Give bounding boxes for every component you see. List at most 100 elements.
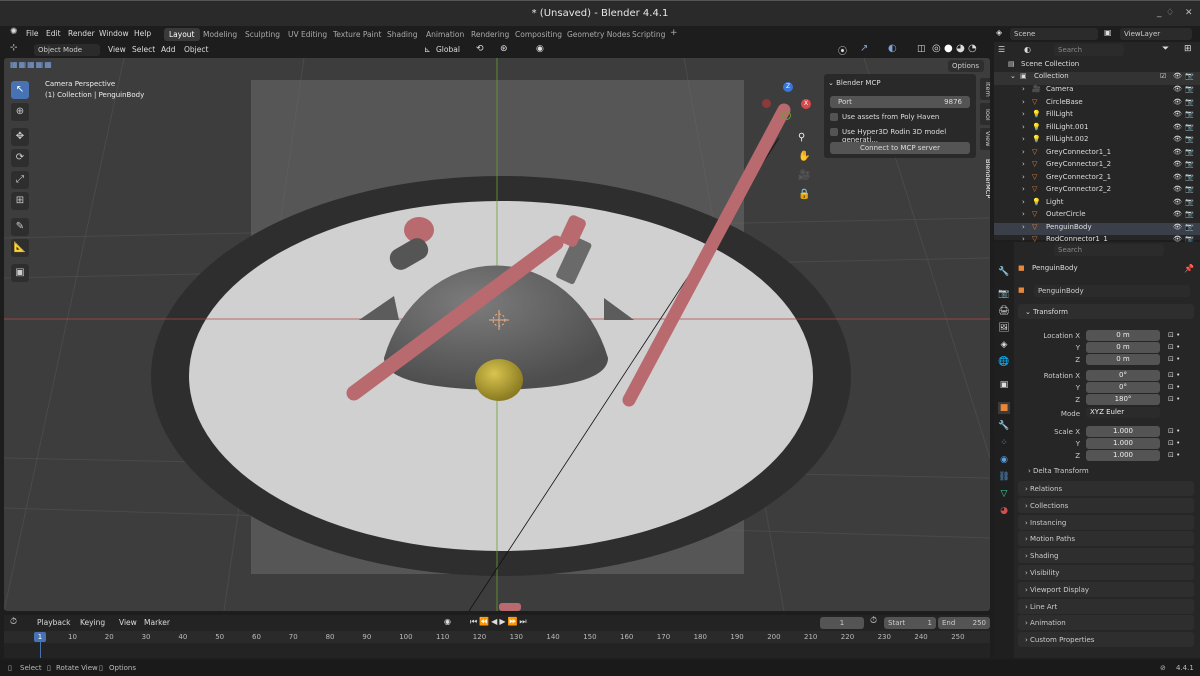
eye-icon[interactable]: 👁 — [1173, 160, 1182, 168]
tab-geometry-nodes[interactable]: Geometry Nodes — [562, 28, 635, 41]
add-workspace-button[interactable]: + — [665, 26, 683, 39]
scene-icon[interactable]: ◈ — [996, 28, 1002, 37]
eye-icon[interactable]: 👁 — [1173, 123, 1182, 131]
tab-layout[interactable]: Layout — [164, 28, 200, 41]
lock-keyframe-icon[interactable]: ⊡ • — [1168, 383, 1180, 391]
expand-chevron-icon[interactable]: › — [1022, 210, 1025, 218]
display-mode-icon[interactable]: ◐ — [1024, 45, 1031, 54]
material-tab-icon[interactable]: ◕ — [998, 505, 1010, 517]
record-icon[interactable]: ◉ — [444, 617, 451, 626]
visibility-icon[interactable]: ⦿ — [838, 44, 847, 57]
lock-keyframe-icon[interactable]: ⊡ • — [1168, 451, 1180, 459]
wireframe-shading-icon[interactable]: ◎ — [932, 43, 941, 54]
transform-value-field[interactable]: 1.000 — [1086, 426, 1160, 437]
outliner-row[interactable]: › 💡 Light 👁 📷 — [994, 198, 1200, 211]
delta-transform-header[interactable]: › Delta Transform — [1028, 467, 1089, 475]
expand-chevron-icon[interactable]: › — [1022, 123, 1025, 131]
output-tab-icon[interactable]: 🖨 — [998, 305, 1010, 317]
menu-object[interactable]: Object — [184, 45, 208, 54]
section-header[interactable]: › Motion Paths — [1018, 531, 1194, 547]
collection-checkbox[interactable]: ☑ — [1160, 72, 1166, 80]
section-header[interactable]: › Custom Properties — [1018, 632, 1194, 648]
tab-modeling[interactable]: Modeling — [198, 28, 242, 41]
expand-chevron-icon[interactable]: › — [1022, 198, 1025, 206]
orientation-dropdown[interactable]: Global — [436, 45, 460, 54]
render-camera-icon[interactable]: 📷 — [1185, 110, 1194, 118]
properties-editor[interactable]: ⚙ Search 🔧 📷 🖨 🖼 ◈ 🌐 ▣ ■ 🔧 ⁘ ◉ ⛓ ▽ ◕ ■ P… — [994, 242, 1200, 658]
frame-cursor[interactable]: 1 — [34, 632, 46, 642]
data-tab-icon[interactable]: ▽ — [998, 488, 1010, 500]
lock-keyframe-icon[interactable]: ⊡ • — [1168, 395, 1180, 403]
snap-icon[interactable]: ⊛ — [500, 44, 508, 54]
render-camera-icon[interactable]: 📷 — [1185, 148, 1194, 156]
filter-icon[interactable]: ⏷ — [1162, 44, 1169, 54]
menu-playback[interactable]: Playback — [37, 618, 70, 627]
lock-icon[interactable]: 🔒 — [798, 189, 810, 200]
options-dropdown[interactable]: Options — [948, 60, 984, 72]
section-header[interactable]: › Shading — [1018, 548, 1194, 564]
transform-value-field[interactable]: 0 m — [1086, 330, 1160, 341]
rendered-shading-icon[interactable]: ◔ — [968, 43, 977, 54]
navigation-gizmo[interactable]: Z X — [762, 80, 812, 130]
rotate-tool-button[interactable]: ⟳ — [11, 149, 29, 167]
eye-icon[interactable]: 👁 — [1173, 173, 1182, 181]
transform-value-field[interactable]: 0° — [1086, 370, 1160, 381]
zoom-icon[interactable]: ⚲ — [798, 132, 805, 143]
menu-select[interactable]: Select — [132, 45, 155, 54]
hyper3d-checkbox[interactable] — [830, 128, 838, 136]
lock-keyframe-icon[interactable]: ⊡ • — [1168, 427, 1180, 435]
transform-header[interactable]: ⌄ Transform — [1018, 304, 1194, 319]
camera-view-icon[interactable]: 🎥 — [798, 170, 810, 181]
mcp-panel-title[interactable]: ⌄ Blender MCP — [828, 79, 881, 87]
viewlayer-selector[interactable]: ViewLayer — [1120, 28, 1192, 40]
viewlayer-icon[interactable]: ▣ — [1104, 28, 1112, 37]
rotation-mode-dropdown[interactable]: XYZ Euler — [1086, 407, 1160, 418]
outliner[interactable]: ☰ ◐ Search ⏷ ⊞ ▤ Scene Collection ⌄ ▣ Colle… — [994, 42, 1200, 243]
maximize-button[interactable]: ♢ — [1166, 8, 1174, 18]
outliner-row[interactable]: › ▽ GreyConnector1_2 👁 📷 — [994, 160, 1200, 173]
outliner-row[interactable]: › 💡 FillLight.001 👁 📷 — [994, 123, 1200, 136]
timeline[interactable]: ⏱ Playback Keying View Marker ◉ ⏮⏪◀▶⏩⏭ 1… — [4, 615, 990, 658]
gizmo-z[interactable]: Z — [783, 82, 793, 92]
render-camera-icon[interactable]: 📷 — [1185, 160, 1194, 168]
section-header[interactable]: › Visibility — [1018, 565, 1194, 580]
object-tab-icon[interactable]: ■ — [998, 402, 1010, 414]
lock-keyframe-icon[interactable]: ⊡ • — [1168, 355, 1180, 363]
pin-icon[interactable]: 📌 — [1184, 264, 1194, 273]
transform-value-field[interactable]: 180° — [1086, 394, 1160, 405]
scene-collection-row[interactable]: ▤ Scene Collection — [994, 60, 1200, 73]
start-frame-field[interactable]: Start 1 — [884, 617, 936, 629]
transform-value-field[interactable]: 1.000 — [1086, 450, 1160, 461]
menu-view[interactable]: View — [108, 45, 126, 54]
editor-type-icon[interactable]: ⊹ — [10, 43, 18, 53]
scene-selector[interactable]: Scene — [1010, 28, 1098, 40]
outliner-row[interactable]: › ▽ GreyConnector1_1 👁 📷 — [994, 148, 1200, 161]
view-layer-tab-icon[interactable]: 🖼 — [998, 322, 1010, 334]
render-camera-icon[interactable]: 📷 — [1185, 210, 1194, 218]
menu-window[interactable]: Window — [99, 29, 129, 38]
transform-value-field[interactable]: 0° — [1086, 382, 1160, 393]
lock-keyframe-icon[interactable]: ⊡ • — [1168, 439, 1180, 447]
eye-icon[interactable]: 👁 — [1173, 210, 1182, 218]
render-camera-icon[interactable]: 📷 — [1185, 185, 1194, 193]
proportional-edit-icon[interactable]: ◉ — [536, 44, 544, 54]
eye-icon[interactable]: 👁 — [1173, 223, 1182, 231]
eye-icon[interactable]: 👁 — [1173, 198, 1182, 206]
constraints-tab-icon[interactable]: ⛓ — [998, 471, 1010, 483]
outliner-row[interactable]: › ▽ GreyConnector2_2 👁 📷 — [994, 185, 1200, 198]
outliner-search[interactable]: Search — [1054, 44, 1124, 56]
object-mode-dropdown[interactable]: Object Mode — [34, 44, 100, 56]
end-frame-field[interactable]: End 250 — [938, 617, 990, 629]
lock-keyframe-icon[interactable]: ⊡ • — [1168, 331, 1180, 339]
expand-chevron-icon[interactable]: › — [1022, 173, 1025, 181]
port-field[interactable]: Port 9876 — [830, 96, 970, 108]
world-tab-icon[interactable]: 🌐 — [998, 356, 1010, 368]
pan-hand-icon[interactable]: ✋ — [798, 151, 810, 162]
physics-tab-icon[interactable]: ◉ — [998, 454, 1010, 466]
properties-search[interactable]: Search — [1054, 244, 1164, 256]
move-tool-button[interactable]: ✥ — [11, 128, 29, 146]
menu-keying[interactable]: Keying — [80, 618, 105, 627]
render-camera-icon[interactable]: 📷 — [1185, 198, 1194, 206]
expand-chevron-icon[interactable]: › — [1022, 148, 1025, 156]
current-frame-field[interactable]: 1 — [820, 617, 864, 629]
